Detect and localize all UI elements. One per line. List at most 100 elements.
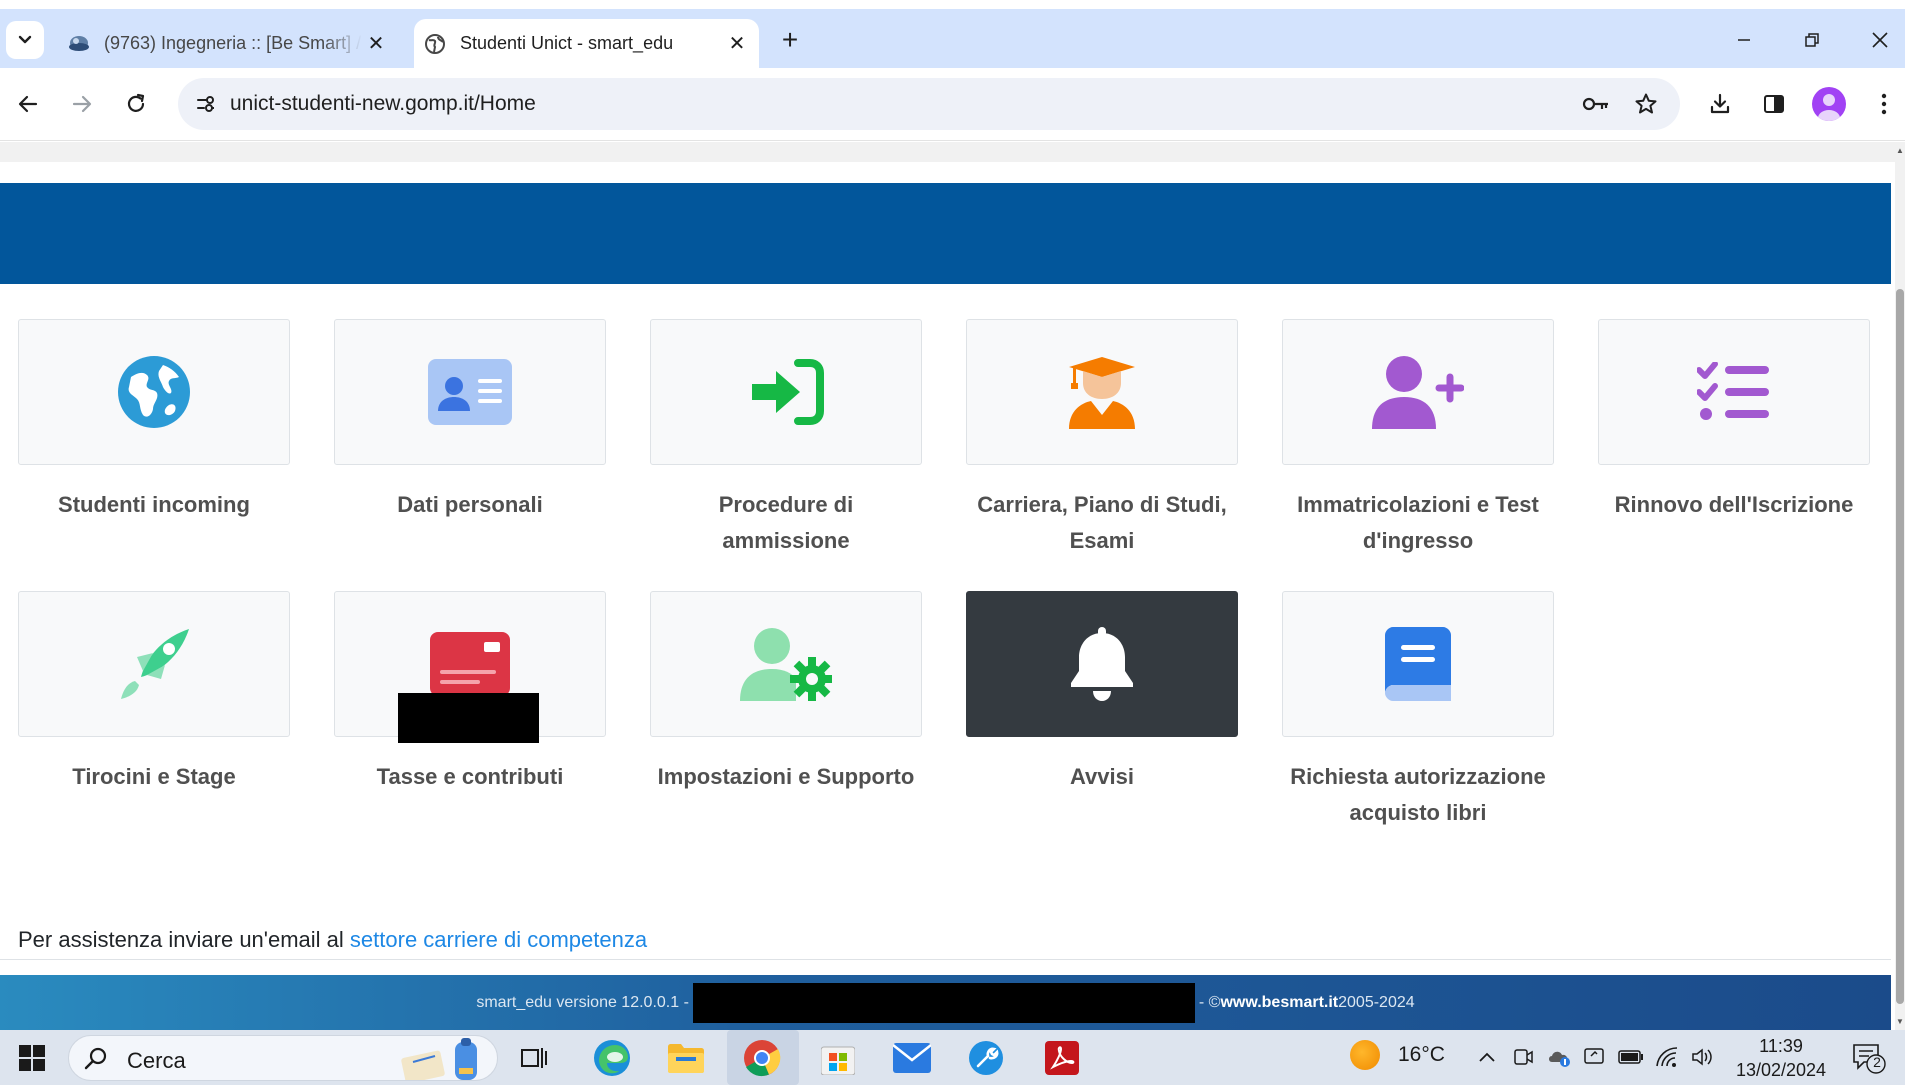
tile-label[interactable]: Carriera, Piano di Studi, Esami bbox=[966, 487, 1238, 559]
volume-icon[interactable] bbox=[1690, 1044, 1716, 1070]
wifi-icon[interactable] bbox=[1654, 1044, 1680, 1070]
tile-immatricolazioni[interactable]: Immatricolazioni e Test d'ingresso bbox=[1282, 319, 1554, 559]
tile-label[interactable]: Studenti incoming bbox=[18, 487, 290, 523]
tile-richiesta-libri[interactable]: Richiesta autorizzazione acquisto libri bbox=[1282, 591, 1554, 831]
close-icon bbox=[1872, 32, 1888, 48]
close-tab-icon[interactable]: ✕ bbox=[362, 30, 390, 58]
new-tab-button[interactable]: + bbox=[774, 24, 806, 56]
search-icon bbox=[84, 1047, 107, 1070]
browser-menu-button[interactable] bbox=[1864, 84, 1904, 124]
taskbar-file-explorer[interactable] bbox=[664, 1036, 708, 1080]
mail-icon bbox=[893, 1043, 931, 1073]
tile-studenti-incoming[interactable]: Studenti incoming bbox=[18, 319, 290, 523]
site-info-icon[interactable] bbox=[190, 88, 222, 120]
start-button[interactable] bbox=[10, 1036, 54, 1080]
weather-widget[interactable]: 16°C bbox=[1350, 1040, 1445, 1070]
user-avatar-icon bbox=[1818, 94, 1840, 121]
globe-favicon-icon bbox=[424, 33, 446, 55]
tile-label[interactable]: Rinnovo dell'Iscrizione bbox=[1598, 487, 1870, 523]
reload-button[interactable] bbox=[116, 84, 156, 124]
scroll-down-icon[interactable]: ▼ bbox=[1896, 1017, 1904, 1026]
tile-box[interactable] bbox=[1598, 319, 1870, 465]
chevron-down-icon bbox=[18, 35, 32, 44]
show-hidden-icons-button[interactable] bbox=[1474, 1044, 1500, 1070]
taskbar-mail[interactable] bbox=[890, 1036, 934, 1080]
downloads-button[interactable] bbox=[1700, 84, 1740, 124]
tile-box[interactable] bbox=[966, 591, 1238, 737]
tile-label[interactable]: Tasse e contributi bbox=[334, 759, 606, 795]
footer-site-link[interactable]: www.besmart.it bbox=[1220, 994, 1338, 1012]
taskbar-store[interactable] bbox=[816, 1036, 860, 1080]
tile-label[interactable]: Immatricolazioni e Test d'ingresso bbox=[1282, 487, 1554, 559]
bookmark-star-icon[interactable] bbox=[1630, 88, 1662, 120]
footer-years: 2005-2024 bbox=[1338, 993, 1415, 1011]
tray-device-icon[interactable] bbox=[1582, 1044, 1608, 1070]
book-icon bbox=[1385, 627, 1451, 701]
taskbar-acrobat[interactable] bbox=[1040, 1036, 1084, 1080]
tile-dati-personali[interactable]: Dati personali bbox=[334, 319, 606, 523]
tab-search-button[interactable] bbox=[6, 21, 44, 59]
user-plus-icon bbox=[1372, 356, 1464, 429]
tile-box[interactable] bbox=[334, 319, 606, 465]
store-icon bbox=[821, 1046, 855, 1075]
side-panel-icon bbox=[1764, 95, 1784, 113]
tile-impostazioni-supporto[interactable]: Impostazioni e Supporto bbox=[650, 591, 922, 795]
tile-tirocini-stage[interactable]: Tirocini e Stage bbox=[18, 591, 290, 795]
tile-box[interactable] bbox=[650, 319, 922, 465]
url-text[interactable]: unict-studenti-new.gomp.it/Home bbox=[230, 92, 536, 116]
taskbar-edge[interactable] bbox=[590, 1036, 634, 1080]
forward-button[interactable] bbox=[62, 84, 102, 124]
scrollbar-thumb[interactable] bbox=[1896, 289, 1904, 1004]
close-window-button[interactable] bbox=[1850, 20, 1905, 60]
chevron-up-icon bbox=[1479, 1052, 1495, 1062]
tile-avvisi[interactable]: Avvisi bbox=[966, 591, 1238, 795]
tile-label[interactable]: Dati personali bbox=[334, 487, 606, 523]
tab-ingegneria[interactable]: (9763) Ingegneria :: [Be Smart] / ✕ bbox=[58, 19, 398, 68]
tile-label[interactable]: Procedure di ammissione bbox=[650, 487, 922, 559]
tab-title: (9763) Ingegneria :: [Be Smart] / bbox=[104, 33, 362, 53]
tile-carriera[interactable]: Carriera, Piano di Studi, Esami bbox=[966, 319, 1238, 559]
page-scrollbar[interactable]: ▲ ▼ bbox=[1895, 142, 1905, 1030]
password-key-icon[interactable] bbox=[1580, 88, 1612, 120]
search-placeholder[interactable]: Cerca bbox=[127, 1048, 186, 1074]
download-icon bbox=[1710, 93, 1730, 114]
tile-box[interactable] bbox=[650, 591, 922, 737]
tray-onedrive-icon[interactable] bbox=[1546, 1044, 1572, 1070]
taskbar-search[interactable]: Cerca bbox=[68, 1035, 498, 1081]
clock-date: 13/02/2024 bbox=[1735, 1060, 1827, 1080]
tile-label[interactable]: Richiesta autorizzazione acquisto libri bbox=[1282, 759, 1554, 831]
taskbar-clock[interactable]: 11:39 13/02/2024 bbox=[1726, 1034, 1836, 1082]
side-panel-button[interactable] bbox=[1754, 84, 1794, 124]
taskbar-app-blue[interactable] bbox=[964, 1036, 1008, 1080]
tile-box[interactable] bbox=[1282, 591, 1554, 737]
back-button[interactable] bbox=[8, 84, 48, 124]
address-bar[interactable]: unict-studenti-new.gomp.it/Home bbox=[178, 78, 1680, 130]
tab-studenti-unict[interactable]: Studenti Unict - smart_edu ✕ bbox=[414, 19, 759, 68]
tile-box[interactable] bbox=[18, 319, 290, 465]
tile-rinnovo-iscrizione[interactable]: Rinnovo dell'Iscrizione bbox=[1598, 319, 1870, 523]
scroll-up-icon[interactable]: ▲ bbox=[1896, 146, 1904, 155]
graduate-icon bbox=[1069, 357, 1135, 429]
notification-center-button[interactable]: 2 bbox=[1852, 1042, 1886, 1074]
taskbar-chrome[interactable] bbox=[740, 1036, 784, 1080]
restore-button[interactable] bbox=[1782, 20, 1842, 60]
profile-avatar[interactable] bbox=[1812, 87, 1846, 121]
notification-count: 2 bbox=[1873, 1054, 1881, 1070]
tray-meet-icon[interactable] bbox=[1510, 1044, 1536, 1070]
tile-label[interactable]: Avvisi bbox=[966, 759, 1238, 795]
battery-icon[interactable] bbox=[1618, 1044, 1644, 1070]
tile-box[interactable] bbox=[18, 591, 290, 737]
temperature: 16°C bbox=[1398, 1043, 1445, 1066]
footer-version: smart_edu versione 12.0.0.1 - bbox=[476, 993, 689, 1011]
close-tab-icon[interactable]: ✕ bbox=[723, 30, 751, 58]
tile-box[interactable] bbox=[1282, 319, 1554, 465]
task-view-button[interactable] bbox=[512, 1036, 556, 1080]
tile-label[interactable]: Impostazioni e Supporto bbox=[650, 759, 922, 795]
tile-label[interactable]: Tirocini e Stage bbox=[18, 759, 290, 795]
tile-procedure-ammissione[interactable]: Procedure di ammissione bbox=[650, 319, 922, 559]
minimize-button[interactable] bbox=[1714, 20, 1774, 60]
tab-title: Studenti Unict - smart_edu bbox=[460, 33, 674, 53]
tile-box[interactable] bbox=[966, 319, 1238, 465]
assistance-link[interactable]: settore carriere di competenza bbox=[350, 927, 647, 952]
reload-icon bbox=[127, 93, 145, 112]
